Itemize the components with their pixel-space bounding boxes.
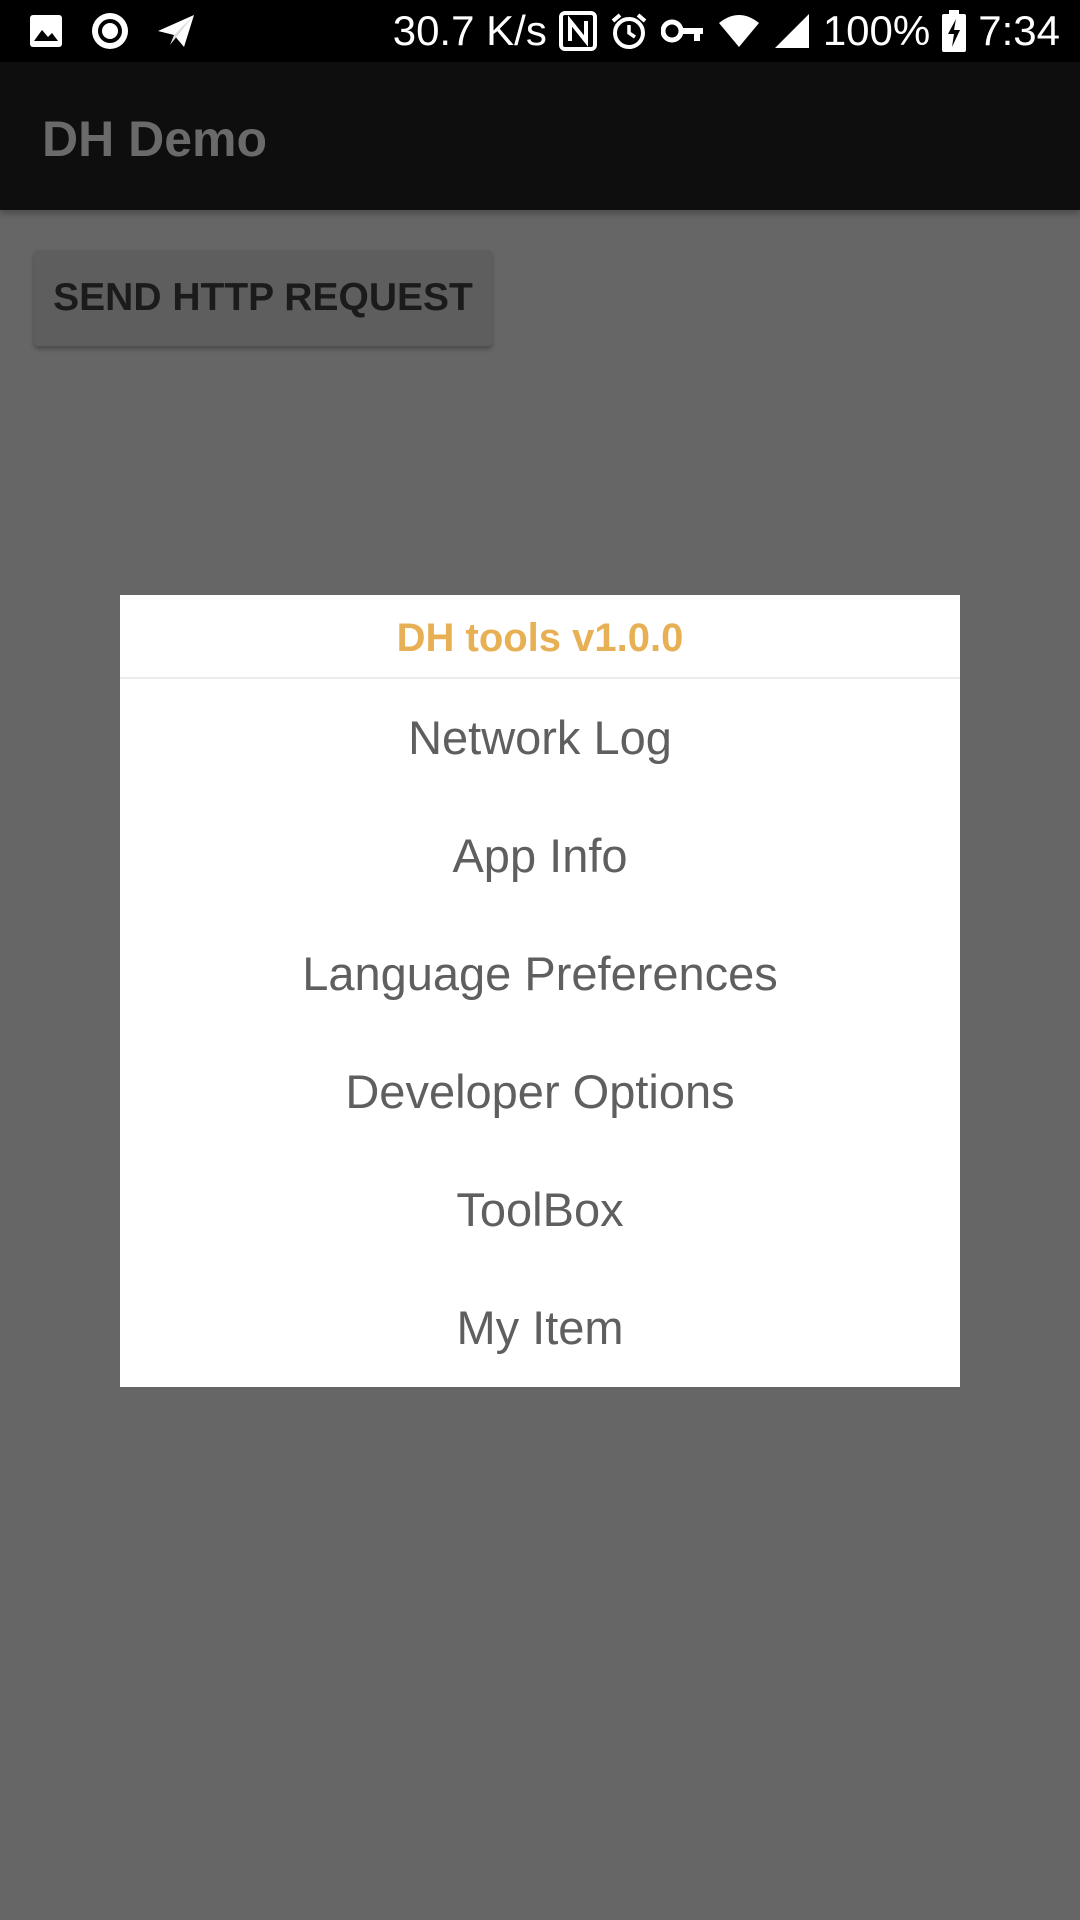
wifi-icon — [717, 13, 761, 49]
nfc-icon — [558, 11, 597, 51]
app-bar: DH Demo — [0, 62, 1080, 210]
menu-item-developer-options[interactable]: Developer Options — [120, 1033, 960, 1151]
status-bar-system: 30.7 K/s 100% 7:34 — [393, 0, 1060, 62]
menu-item-app-info[interactable]: App Info — [120, 797, 960, 915]
cellular-signal-icon — [773, 12, 811, 50]
battery-percent: 100% — [822, 7, 931, 54]
menu-item-my-item[interactable]: My Item — [120, 1269, 960, 1387]
dialog-menu-list: Network Log App Info Language Preference… — [120, 679, 960, 1387]
app-title: DH Demo — [42, 111, 268, 167]
clock: 7:34 — [978, 7, 1060, 54]
battery-charging-icon — [942, 10, 967, 52]
dh-tools-dialog: DH tools v1.0.0 Network Log App Info Lan… — [120, 595, 960, 1387]
vpn-key-icon — [660, 16, 705, 46]
image-icon — [28, 13, 64, 49]
record-icon — [90, 11, 130, 51]
alarm-icon — [609, 11, 649, 51]
menu-item-language-preferences[interactable]: Language Preferences — [120, 915, 960, 1033]
send-icon — [156, 11, 196, 51]
status-bar-notifications — [28, 0, 196, 62]
menu-item-toolbox[interactable]: ToolBox — [120, 1151, 960, 1269]
menu-item-network-log[interactable]: Network Log — [120, 679, 960, 797]
network-speed: 30.7 K/s — [392, 7, 547, 54]
send-http-request-button[interactable]: SEND HTTP REQUEST — [34, 250, 492, 346]
dialog-title: DH tools v1.0.0 — [396, 616, 684, 660]
status-bar: 30.7 K/s 100% 7:34 — [0, 0, 1080, 62]
